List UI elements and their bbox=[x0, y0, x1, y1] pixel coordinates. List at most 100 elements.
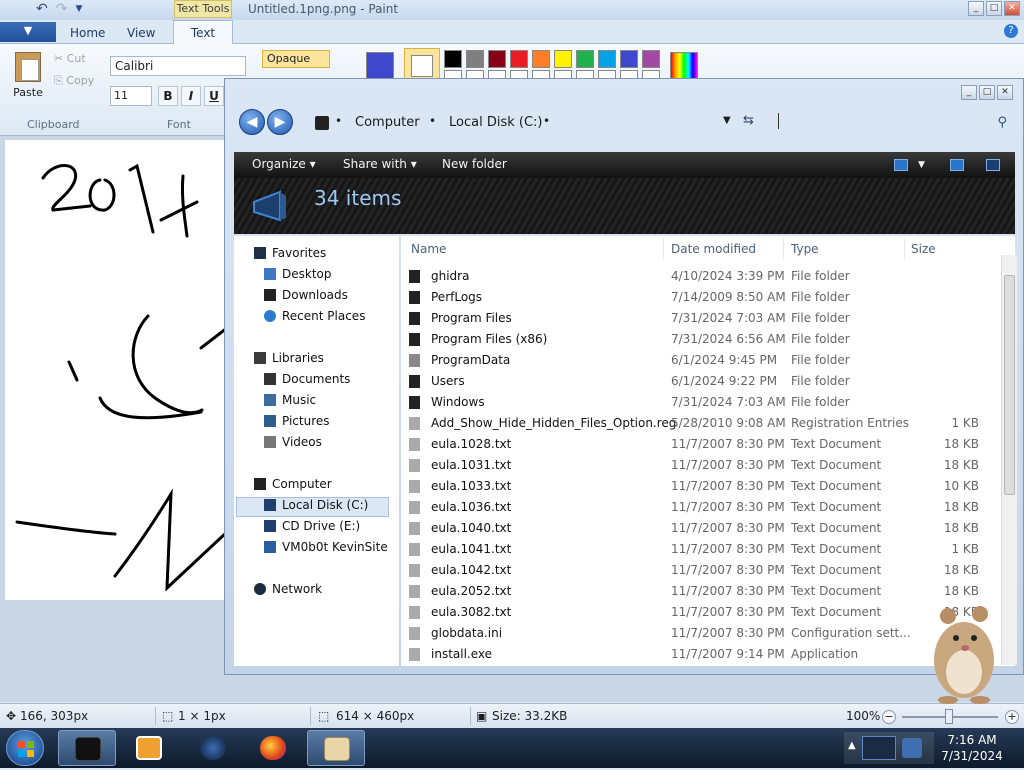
paste-button[interactable]: Paste bbox=[8, 50, 48, 106]
nav-network-share[interactable]: VM0b0t KevinSite bbox=[264, 540, 388, 554]
table-row[interactable]: ProgramData 6/1/2024 9:45 PM File folder bbox=[401, 350, 991, 371]
nav-local-disk[interactable]: Local Disk (C:) bbox=[264, 498, 368, 512]
taskbar-media-player[interactable] bbox=[120, 730, 178, 766]
nav-videos[interactable]: Videos bbox=[264, 435, 322, 449]
palette-swatch[interactable] bbox=[554, 50, 572, 68]
palette-swatch[interactable] bbox=[532, 50, 550, 68]
zoom-out-button[interactable]: − bbox=[882, 710, 896, 724]
table-row[interactable]: eula.1028.txt 11/7/2007 8:30 PM Text Docum… bbox=[401, 434, 991, 455]
table-row[interactable]: Windows 7/31/2024 7:03 AM File folder bbox=[401, 392, 991, 413]
tab-home[interactable]: Home bbox=[70, 26, 105, 40]
preview-pane-icon[interactable] bbox=[950, 159, 964, 171]
palette-swatch[interactable] bbox=[642, 50, 660, 68]
nav-documents[interactable]: Documents bbox=[264, 372, 350, 386]
volume-icon[interactable] bbox=[902, 738, 922, 758]
cut-button[interactable]: ✂ Cut bbox=[54, 52, 86, 65]
table-row[interactable]: install.exe 11/7/2007 9:14 PM Application bbox=[401, 644, 991, 665]
font-size-select[interactable]: 11 bbox=[110, 86, 152, 106]
refresh-icon[interactable]: ⇆ bbox=[743, 113, 754, 128]
address-dropdown-icon[interactable]: ▼ bbox=[723, 115, 731, 126]
minimize-button[interactable]: _ bbox=[961, 85, 977, 100]
opaque-button[interactable]: Opaque bbox=[262, 50, 330, 68]
maximize-button[interactable]: □ bbox=[979, 85, 995, 100]
column-date-modified[interactable]: Date modified bbox=[671, 242, 756, 256]
breadcrumb-local-disk[interactable]: Local Disk (C:) bbox=[449, 115, 542, 130]
bold-button[interactable]: B bbox=[158, 86, 178, 106]
table-row[interactable]: PerfLogs 7/14/2009 8:50 AM File folder bbox=[401, 287, 991, 308]
table-row[interactable]: eula.1040.txt 11/7/2007 8:30 PM Text Docum… bbox=[401, 518, 991, 539]
table-row[interactable]: eula.2052.txt 11/7/2007 8:30 PM Text Docum… bbox=[401, 581, 991, 602]
table-row[interactable]: eula.1041.txt 11/7/2007 8:30 PM Text Docum… bbox=[401, 539, 991, 560]
network-tray-icon[interactable] bbox=[862, 736, 896, 760]
copy-button[interactable]: ⎘ Copy bbox=[54, 74, 94, 88]
table-row[interactable]: Program Files (x86) 7/31/2024 6:56 AM File… bbox=[401, 329, 991, 350]
breadcrumb-separator[interactable]: • bbox=[543, 114, 550, 128]
table-row[interactable]: eula.1042.txt 11/7/2007 8:30 PM Text Docum… bbox=[401, 560, 991, 581]
chevron-down-icon[interactable]: ▼ bbox=[75, 4, 82, 14]
minimize-button[interactable]: _ bbox=[968, 1, 984, 16]
close-button[interactable]: ✕ bbox=[1004, 1, 1020, 16]
table-row[interactable]: Program Files 7/31/2024 7:03 AM File folde… bbox=[401, 308, 991, 329]
nav-libraries[interactable]: Libraries bbox=[254, 351, 324, 365]
palette-swatch[interactable] bbox=[598, 50, 616, 68]
close-button[interactable]: ✕ bbox=[997, 85, 1013, 100]
font-family-select[interactable]: Calibri bbox=[110, 56, 246, 76]
zoom-slider-thumb[interactable] bbox=[945, 709, 953, 724]
column-divider[interactable] bbox=[783, 239, 784, 259]
nav-cd-drive[interactable]: CD Drive (E:) bbox=[264, 519, 360, 533]
nav-computer[interactable]: Computer bbox=[254, 477, 332, 491]
table-row[interactable]: ghidra 4/10/2024 3:39 PM File folder bbox=[401, 266, 991, 287]
taskbar-globe[interactable] bbox=[184, 730, 242, 766]
breadcrumb-separator[interactable]: • bbox=[335, 114, 342, 128]
palette-swatch[interactable] bbox=[576, 50, 594, 68]
zoom-in-button[interactable]: + bbox=[1005, 710, 1019, 724]
column-size[interactable]: Size bbox=[911, 242, 936, 256]
nav-favorites[interactable]: Favorites bbox=[254, 246, 326, 260]
color1-swatch[interactable] bbox=[366, 52, 394, 80]
column-divider[interactable] bbox=[663, 239, 664, 259]
table-row[interactable]: eula.1036.txt 11/7/2007 8:30 PM Text Docum… bbox=[401, 497, 991, 518]
nav-pictures[interactable]: Pictures bbox=[264, 414, 330, 428]
search-input[interactable] bbox=[778, 113, 779, 129]
new-folder-button[interactable]: New folder bbox=[442, 157, 507, 171]
column-type[interactable]: Type bbox=[791, 242, 819, 256]
table-row[interactable]: eula.3082.txt 11/7/2007 8:30 PM Text Docum… bbox=[401, 602, 991, 623]
scrollbar-thumb[interactable] bbox=[1004, 275, 1015, 495]
breadcrumb-computer[interactable]: Computer bbox=[355, 115, 420, 130]
palette-swatch[interactable] bbox=[466, 50, 484, 68]
tab-text[interactable]: Text bbox=[173, 20, 233, 45]
table-row[interactable]: eula.1031.txt 11/7/2007 8:30 PM Text Docum… bbox=[401, 455, 991, 476]
table-row[interactable]: Users 6/1/2024 9:22 PM File folder bbox=[401, 371, 991, 392]
nav-recent-places[interactable]: Recent Places bbox=[264, 309, 365, 323]
nav-music[interactable]: Music bbox=[264, 393, 316, 407]
start-button[interactable] bbox=[6, 730, 44, 766]
taskbar-firefox[interactable] bbox=[244, 730, 302, 766]
nav-downloads[interactable]: Downloads bbox=[264, 288, 348, 302]
table-row[interactable]: globdata.ini 11/7/2007 8:30 PM Configurati… bbox=[401, 623, 991, 644]
drawing-canvas[interactable] bbox=[5, 140, 229, 600]
nav-desktop[interactable]: Desktop bbox=[264, 267, 332, 281]
taskbar-paint[interactable] bbox=[307, 730, 365, 766]
paint-menu-button[interactable]: ▼ bbox=[0, 22, 56, 42]
organize-button[interactable]: Organize ▾ bbox=[252, 157, 316, 171]
tab-view[interactable]: View bbox=[127, 26, 155, 40]
redo-icon[interactable]: ↷ bbox=[56, 1, 68, 17]
clock[interactable]: 7:16 AM 7/31/2024 bbox=[940, 732, 1004, 764]
italic-button[interactable]: I bbox=[181, 86, 201, 106]
underline-button[interactable]: U bbox=[204, 86, 224, 106]
column-divider[interactable] bbox=[904, 239, 905, 259]
edit-colors-icon[interactable] bbox=[670, 52, 698, 80]
taskbar-explorer[interactable] bbox=[58, 730, 116, 766]
table-row[interactable]: Add_Show_Hide_Hidden_Files_Option.reg 5/2… bbox=[401, 413, 991, 434]
search-icon[interactable]: ⚲ bbox=[997, 115, 1007, 130]
palette-swatch[interactable] bbox=[444, 50, 462, 68]
view-options-icon[interactable] bbox=[894, 159, 908, 171]
palette-swatch[interactable] bbox=[488, 50, 506, 68]
show-hidden-icons-icon[interactable]: ▲ bbox=[848, 740, 856, 751]
table-row[interactable]: eula.1033.txt 11/7/2007 8:30 PM Text Docum… bbox=[401, 476, 991, 497]
help-icon[interactable]: ? bbox=[1004, 24, 1018, 38]
share-with-button[interactable]: Share with ▾ bbox=[343, 157, 417, 171]
maximize-button[interactable]: □ bbox=[986, 1, 1002, 16]
palette-swatch[interactable] bbox=[510, 50, 528, 68]
chevron-down-icon[interactable]: ▼ bbox=[918, 160, 925, 170]
